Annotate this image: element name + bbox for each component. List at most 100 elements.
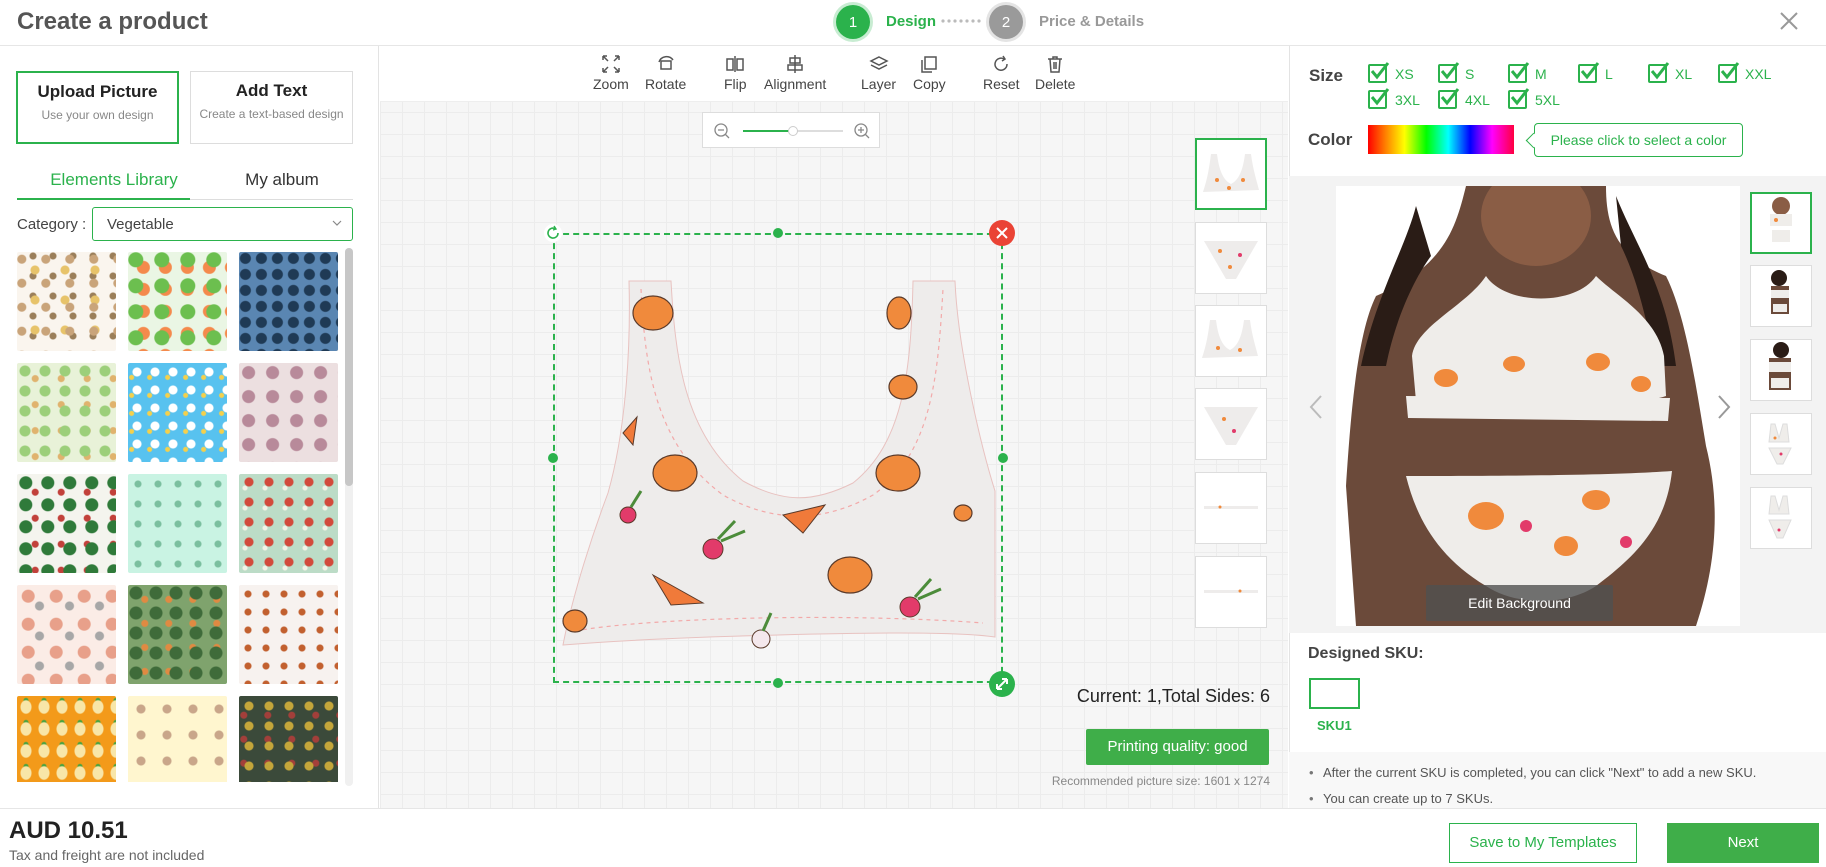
preview-thumb-3[interactable] [1750,339,1812,401]
element-thumb[interactable] [17,585,116,684]
zoom-slider-track[interactable] [743,126,843,136]
chevron-left-icon[interactable] [1306,392,1326,422]
side-thumb-6[interactable] [1195,556,1267,628]
element-thumb[interactable] [239,585,338,684]
layer-tool-button[interactable]: Layer [861,54,896,92]
color-label: Color [1308,130,1353,149]
element-thumb[interactable] [239,252,338,351]
checkbox[interactable] [1368,62,1390,83]
flip-tool-button[interactable]: Flip [724,54,747,92]
page-title: Create a product [17,8,208,35]
color-select-hint: Please click to select a color [1534,123,1743,157]
checkbox[interactable] [1438,62,1460,83]
checkbox[interactable] [1578,62,1600,83]
zoom-out-icon[interactable] [713,122,731,140]
reset-tool-button[interactable]: Reset [983,54,1020,92]
element-thumb[interactable] [17,474,116,573]
reset-icon [994,55,1009,71]
element-thumb[interactable] [239,363,338,462]
scrollbar-thumb[interactable] [345,248,353,486]
side-thumb-3[interactable] [1195,305,1267,377]
rotate-tool-button[interactable]: Rotate [645,54,686,92]
upload-picture-button[interactable]: Upload Picture Use your own design [16,71,179,144]
size-option-4xl[interactable]: 4XL [1438,88,1490,109]
preview-thumb-4[interactable] [1750,413,1812,475]
zoom-in-icon[interactable] [853,122,871,140]
zoom-label: Zoom [593,76,629,92]
tab-divider [190,199,353,200]
delete-tool-button[interactable]: Delete [1035,54,1075,92]
flip-icon [726,56,745,72]
tab-elements-library[interactable]: Elements Library [24,170,204,190]
element-thumb[interactable] [17,696,116,782]
size-option-5xl[interactable]: 5XL [1508,88,1560,109]
checkbox[interactable] [1648,62,1670,83]
side-thumb-1[interactable] [1195,138,1267,210]
save-to-templates-button[interactable]: Save to My Templates [1449,823,1637,863]
size-label-xl: XL [1675,65,1693,82]
edit-background-button[interactable]: Edit Background [1426,585,1613,621]
resize-handle-right[interactable] [998,453,1008,463]
layer-icon [868,56,889,70]
zoom-slider-handle[interactable] [788,126,798,136]
side-thumb-4[interactable] [1195,388,1267,460]
zoom-tool-button[interactable]: Zoom [593,54,629,92]
tab-my-album[interactable]: My album [192,170,372,190]
size-label: Size [1309,66,1344,85]
element-thumb[interactable] [128,252,227,351]
element-thumb[interactable] [128,363,227,462]
design-toolbar: Zoom Rotate Flip Alignment Layer Copy Re… [380,46,1288,102]
color-picker-spectrum[interactable] [1368,125,1514,154]
element-thumb[interactable] [128,696,227,782]
checkbox[interactable] [1438,88,1460,109]
resize-handle-bottom[interactable] [773,678,783,688]
zoom-slider-fill [743,130,793,132]
category-label: Category : [17,216,87,233]
size-option-3xl[interactable]: 3XL [1368,88,1420,109]
size-option-xs[interactable]: XS [1368,62,1414,83]
rotate-handle-icon[interactable] [543,223,563,243]
step-1-label[interactable]: Design [886,13,936,30]
size-option-m[interactable]: M [1508,62,1547,83]
close-icon[interactable] [1778,10,1800,32]
element-thumb[interactable] [239,474,338,573]
element-thumb[interactable] [17,252,116,351]
product-preview-image [1336,186,1740,626]
resize-handle-left[interactable] [548,453,558,463]
size-option-l[interactable]: L [1578,62,1613,83]
size-option-xl[interactable]: XL [1648,62,1693,83]
side-thumb-2[interactable] [1195,222,1267,294]
delete-element-icon[interactable] [988,219,1016,247]
recommended-size-text: Recommended picture size: 1601 x 1274 [1051,774,1270,788]
element-thumb[interactable] [128,474,227,573]
next-button[interactable]: Next [1667,823,1819,863]
preview-thumb-2[interactable] [1750,265,1812,327]
checkbox[interactable] [1508,88,1530,109]
element-thumb[interactable] [17,363,116,462]
preview-thumb-5[interactable] [1750,487,1812,549]
checkbox[interactable] [1508,62,1530,83]
resize-handle-top[interactable] [773,228,783,238]
checkbox[interactable] [1718,62,1740,83]
preview-thumb-1[interactable] [1750,192,1812,254]
element-thumb[interactable] [128,585,227,684]
chevron-right-icon[interactable] [1714,392,1734,422]
sku-note: After the current SKU is completed, you … [1309,765,1756,780]
side-thumb-5[interactable] [1195,472,1267,544]
copy-tool-button[interactable]: Copy [913,54,946,92]
category-select[interactable]: Vegetable [92,207,353,241]
alignment-tool-button[interactable]: Alignment [764,54,826,92]
sku-name[interactable]: SKU1 [1317,718,1352,733]
size-option-s[interactable]: S [1438,62,1474,83]
element-thumbnails [17,252,339,782]
selection-frame[interactable] [553,233,1003,683]
step-2-label[interactable]: Price & Details [1039,13,1144,30]
element-thumb[interactable] [239,696,338,782]
sku-swatch[interactable] [1309,678,1360,709]
checkbox[interactable] [1368,88,1390,109]
size-option-xxl[interactable]: XXL [1718,62,1771,83]
delete-icon [1048,56,1063,73]
step-connector [941,19,981,23]
thumbnail-scrollbar[interactable] [345,248,353,786]
add-text-button[interactable]: Add Text Create a text-based design [190,71,353,144]
